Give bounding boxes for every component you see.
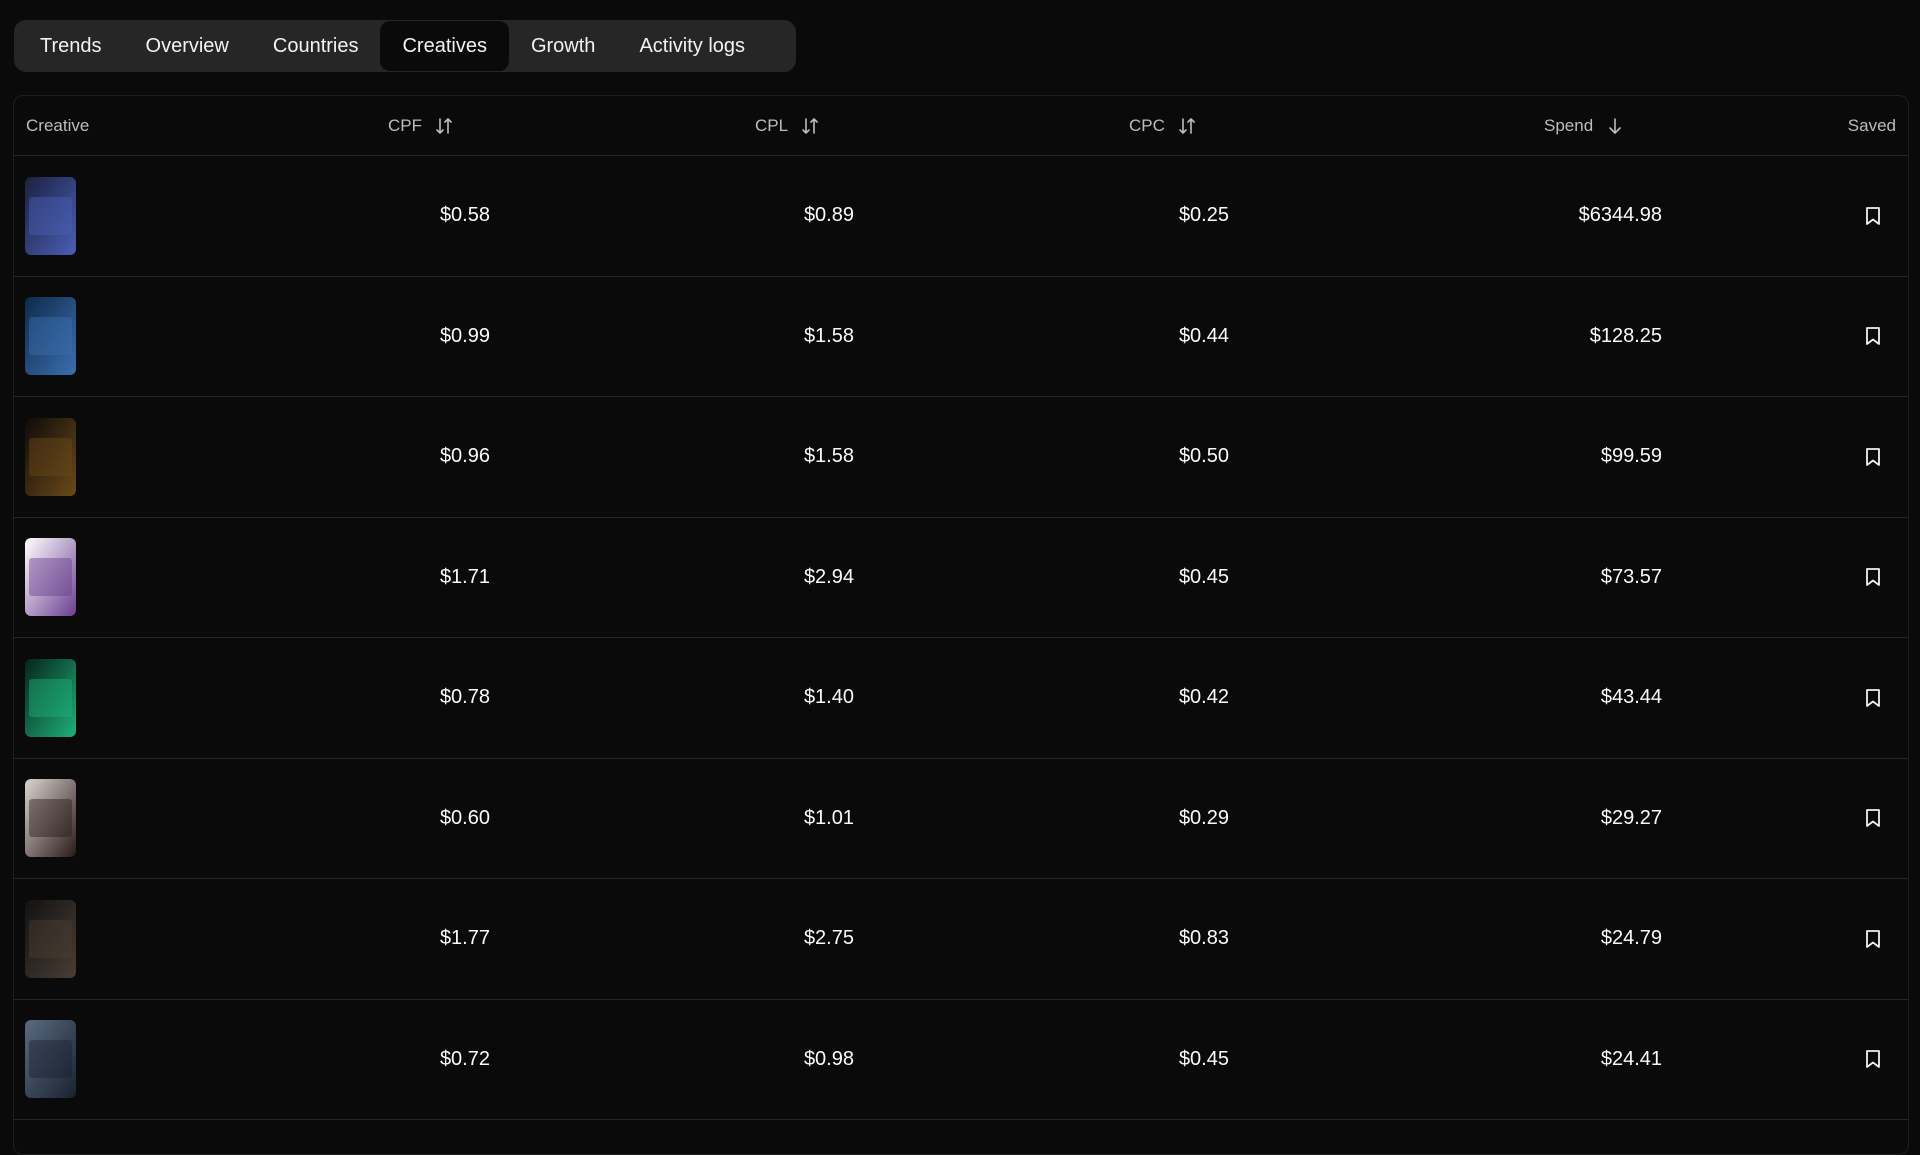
column-spend-label: Spend bbox=[1544, 115, 1594, 135]
cell-cpl: $1.58 bbox=[803, 445, 854, 468]
column-cpc-label: CPC bbox=[1129, 115, 1165, 135]
sort-arrows-icon[interactable] bbox=[434, 116, 454, 136]
column-cpl-label: CPL bbox=[755, 115, 789, 135]
bookmark-icon bbox=[1866, 929, 1880, 948]
cell-cpl: $0.89 bbox=[803, 204, 854, 227]
bookmark-icon bbox=[1866, 206, 1880, 225]
tab-creatives[interactable]: Creatives bbox=[380, 21, 509, 71]
bookmark-button[interactable] bbox=[1862, 687, 1884, 709]
table-row[interactable]: $0.72 $0.98 $0.45 $24.41 bbox=[14, 1000, 1908, 1120]
cell-cpl: $1.01 bbox=[803, 806, 854, 829]
cell-spend: $99.59 bbox=[1600, 445, 1662, 468]
table-row[interactable]: $0.96 $1.58 $0.50 $99.59 bbox=[14, 397, 1908, 518]
cell-cpf: $1.71 bbox=[439, 565, 490, 588]
creative-thumbnail[interactable] bbox=[25, 779, 76, 858]
cell-cpl: $1.58 bbox=[803, 324, 854, 347]
cell-cpl: $1.40 bbox=[803, 686, 854, 709]
cell-cpc: $0.25 bbox=[1178, 204, 1229, 227]
bookmark-icon bbox=[1866, 688, 1880, 707]
table-row[interactable]: $1.77 $2.75 $0.83 $24.79 bbox=[14, 879, 1908, 1000]
bookmark-icon bbox=[1866, 1050, 1880, 1069]
column-cpl[interactable]: CPL bbox=[755, 96, 820, 155]
cell-cpf: $1.77 bbox=[439, 927, 490, 950]
sort-arrows-icon[interactable] bbox=[1177, 116, 1197, 136]
cell-spend: $73.57 bbox=[1600, 565, 1662, 588]
cell-cpl: $0.98 bbox=[803, 1047, 854, 1070]
bookmark-button[interactable] bbox=[1862, 1048, 1884, 1070]
cell-cpl: $2.94 bbox=[803, 565, 854, 588]
tab-overview[interactable]: Overview bbox=[124, 21, 251, 71]
creative-thumbnail[interactable] bbox=[25, 176, 76, 255]
cell-spend: $128.25 bbox=[1589, 324, 1662, 347]
sort-arrows-icon[interactable] bbox=[800, 116, 820, 136]
bookmark-button[interactable] bbox=[1862, 928, 1884, 950]
bookmark-button[interactable] bbox=[1862, 446, 1884, 468]
arrow-down-icon[interactable] bbox=[1605, 116, 1625, 136]
table-body: $0.58 $0.89 $0.25 $6344.98 $0.99 $1.58 $0.44 $1… bbox=[14, 156, 1908, 1120]
cell-cpc: $0.83 bbox=[1178, 927, 1229, 950]
creative-thumbnail[interactable] bbox=[25, 417, 76, 496]
tab-activity-logs[interactable]: Activity logs bbox=[617, 21, 767, 71]
cell-cpl: $2.75 bbox=[803, 927, 854, 950]
bookmark-button[interactable] bbox=[1862, 205, 1884, 227]
cell-spend: $24.79 bbox=[1600, 927, 1662, 950]
column-saved-label: Saved bbox=[1847, 115, 1896, 135]
table-row[interactable]: $0.78 $1.40 $0.42 $43.44 bbox=[14, 638, 1908, 759]
cell-cpc: $0.45 bbox=[1178, 565, 1229, 588]
tab-growth[interactable]: Growth bbox=[509, 21, 617, 71]
bookmark-button[interactable] bbox=[1862, 325, 1884, 347]
creative-thumbnail[interactable] bbox=[25, 658, 76, 737]
creatives-table: Creative CPF CPL CPC Spend Saved $0.58 $0… bbox=[13, 95, 1909, 1155]
bookmark-icon bbox=[1866, 568, 1880, 587]
column-saved: Saved bbox=[1848, 96, 1896, 155]
column-cpf-label: CPF bbox=[388, 115, 422, 135]
table-row[interactable]: $0.58 $0.89 $0.25 $6344.98 bbox=[14, 156, 1908, 277]
cell-cpc: $0.42 bbox=[1178, 686, 1229, 709]
tab-countries[interactable]: Countries bbox=[251, 21, 381, 71]
cell-cpc: $0.50 bbox=[1178, 445, 1229, 468]
table-row[interactable]: $1.71 $2.94 $0.45 $73.57 bbox=[14, 518, 1908, 638]
column-creative: Creative bbox=[26, 96, 89, 155]
cell-cpf: $0.58 bbox=[439, 204, 490, 227]
bookmark-icon bbox=[1866, 447, 1880, 466]
table-header: Creative CPF CPL CPC Spend Saved bbox=[14, 96, 1908, 156]
cell-cpc: $0.29 bbox=[1178, 806, 1229, 829]
bookmark-icon bbox=[1866, 809, 1880, 828]
cell-cpc: $0.44 bbox=[1178, 324, 1229, 347]
bookmark-button[interactable] bbox=[1862, 566, 1884, 588]
table-row[interactable]: $0.60 $1.01 $0.29 $29.27 bbox=[14, 759, 1908, 879]
table-row[interactable]: $0.99 $1.58 $0.44 $128.25 bbox=[14, 277, 1908, 397]
cell-spend: $43.44 bbox=[1600, 686, 1662, 709]
cell-cpf: $0.60 bbox=[439, 806, 490, 829]
cell-cpf: $0.78 bbox=[439, 686, 490, 709]
column-spend[interactable]: Spend bbox=[1544, 96, 1625, 155]
bookmark-button[interactable] bbox=[1862, 807, 1884, 829]
creative-thumbnail[interactable] bbox=[25, 297, 76, 376]
column-cpc[interactable]: CPC bbox=[1129, 96, 1197, 155]
tab-bar: Trends Overview Countries Creatives Grow… bbox=[14, 20, 796, 72]
cell-spend: $29.27 bbox=[1600, 806, 1662, 829]
cell-cpf: $0.72 bbox=[439, 1047, 490, 1070]
cell-cpc: $0.45 bbox=[1178, 1047, 1229, 1070]
cell-spend: $24.41 bbox=[1600, 1047, 1662, 1070]
tab-trends[interactable]: Trends bbox=[18, 21, 124, 71]
column-creative-label: Creative bbox=[26, 115, 90, 135]
creative-thumbnail[interactable] bbox=[25, 1020, 76, 1099]
cell-cpf: $0.96 bbox=[439, 445, 490, 468]
creative-thumbnail[interactable] bbox=[25, 538, 76, 617]
bookmark-icon bbox=[1866, 327, 1880, 346]
cell-spend: $6344.98 bbox=[1578, 204, 1662, 227]
cell-cpf: $0.99 bbox=[439, 324, 490, 347]
column-cpf[interactable]: CPF bbox=[388, 96, 454, 155]
creative-thumbnail[interactable] bbox=[25, 899, 76, 978]
